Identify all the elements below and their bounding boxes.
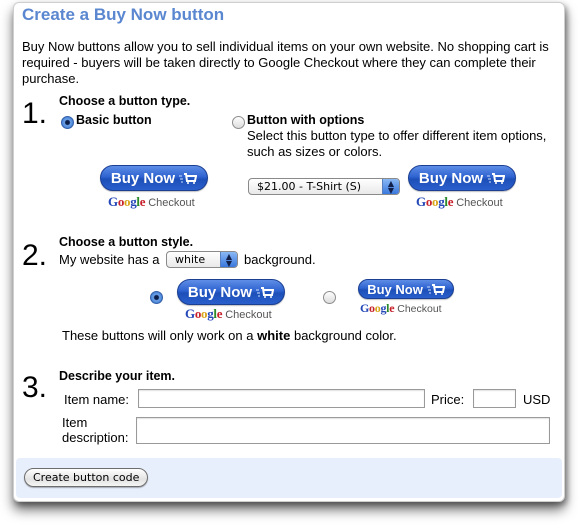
button-with-options-radio[interactable] — [232, 116, 245, 129]
background-note: These buttons will only work on a white … — [62, 328, 397, 343]
item-name-input[interactable] — [138, 389, 425, 408]
buy-now-label: Buy Now — [187, 283, 253, 301]
create-buy-now-panel: Create a Buy Now button Buy Now buttons … — [13, 2, 565, 502]
background-color-select-value: white — [175, 253, 206, 266]
step-1-number: 1. — [22, 97, 48, 130]
google-checkout-logo: Google Checkout — [108, 194, 195, 209]
item-name-label: Item name: — [64, 392, 130, 407]
item-options-select[interactable]: $21.00 - T-Shirt (S) ▲ ▼ — [248, 178, 400, 195]
item-description-label: Item description: — [62, 415, 129, 445]
button-with-options-description: Select this button type to offer differe… — [247, 128, 547, 159]
create-button-code-button[interactable]: Create button code — [24, 468, 149, 487]
step-1-heading: Choose a button type. — [59, 94, 191, 108]
step-3-number: 3. — [22, 371, 48, 404]
large-buy-now-preview: Buy Now — [177, 279, 285, 305]
cart-icon — [426, 283, 445, 295]
basic-buy-now-preview: Buy Now — [100, 165, 208, 191]
cart-icon — [179, 172, 198, 184]
large-style-radio[interactable] — [150, 291, 163, 304]
background-prefix: My website has a — [59, 252, 160, 267]
basic-button-radio[interactable] — [61, 116, 74, 129]
intro-text: Buy Now buttons allow you to sell indivi… — [22, 39, 549, 86]
background-color-select[interactable]: white ▲ ▼ — [166, 251, 238, 268]
google-checkout-logo: Google Checkout — [185, 306, 272, 321]
buy-now-label: Buy Now — [367, 281, 423, 297]
step-3-heading: Describe your item. — [59, 369, 176, 383]
background-note-color: white — [257, 328, 291, 343]
google-checkout-logo: Google Checkout — [360, 301, 442, 315]
basic-button-label[interactable]: Basic button — [76, 113, 152, 127]
currency-label: USD — [523, 392, 551, 407]
step-2-number: 2. — [22, 239, 48, 272]
buy-now-label: Buy Now — [418, 169, 484, 187]
cart-icon — [256, 286, 275, 298]
select-arrows-icon: ▲ ▼ — [220, 252, 237, 267]
step-2-heading: Choose a button style. — [59, 235, 194, 249]
options-buy-now-preview: Buy Now — [408, 165, 516, 191]
item-options-select-value: $21.00 - T-Shirt (S) — [257, 180, 362, 193]
google-checkout-logo: Google Checkout — [416, 194, 503, 209]
cart-icon — [487, 172, 506, 184]
select-arrows-icon: ▲ ▼ — [382, 179, 399, 194]
price-label: Price: — [431, 392, 465, 407]
small-buy-now-preview: Buy Now — [358, 279, 454, 299]
button-with-options-label[interactable]: Button with options — [247, 113, 364, 127]
background-suffix: background. — [244, 252, 316, 267]
google-logo: Google — [185, 306, 223, 321]
small-style-radio[interactable] — [323, 291, 336, 304]
footer-bar: Create button code — [16, 458, 562, 498]
google-logo: Google — [360, 301, 395, 315]
item-description-input[interactable] — [136, 417, 550, 444]
price-input[interactable] — [473, 389, 516, 408]
buy-now-label: Buy Now — [110, 169, 176, 187]
page-title: Create a Buy Now button — [22, 5, 225, 24]
google-logo: Google — [108, 194, 146, 209]
google-logo: Google — [416, 194, 454, 209]
